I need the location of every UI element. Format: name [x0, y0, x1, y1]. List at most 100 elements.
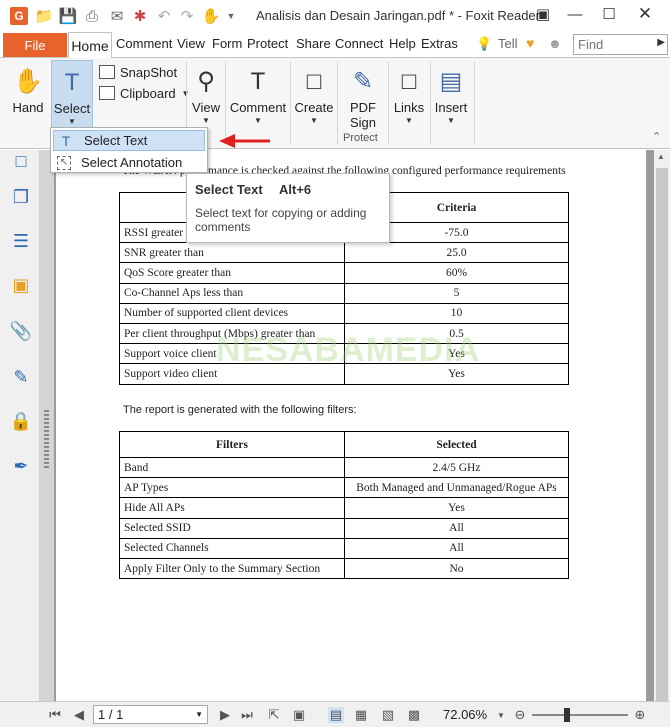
chevron-down-icon[interactable]: ▼	[195, 710, 203, 719]
tab-extras[interactable]: Extras	[421, 36, 458, 51]
watermark: NESABAMEDIA	[216, 331, 481, 369]
collapse-ribbon-icon[interactable]: ⌃	[652, 130, 661, 143]
tab-form[interactable]: Form	[212, 36, 242, 51]
chevron-down-icon: ▼	[310, 116, 318, 125]
links-button[interactable]: □ Links ▼	[392, 60, 426, 148]
customize-chevron-icon[interactable]: ▼	[222, 7, 240, 25]
tab-comment[interactable]: Comment	[116, 36, 172, 51]
tab-connect[interactable]: Connect	[335, 36, 383, 51]
tab-view[interactable]: View	[177, 36, 205, 51]
snapshot-button[interactable]: SnapShot	[99, 62, 177, 82]
zoom-slider[interactable]	[532, 714, 628, 716]
select-annotation-icon: ↖	[57, 155, 71, 170]
tab-protect[interactable]: Protect	[247, 36, 288, 51]
attachment-icon[interactable]: 📎	[10, 320, 32, 342]
chevron-down-icon: ▼	[202, 116, 210, 125]
certify-icon[interactable]: ✒	[10, 455, 32, 477]
ribbon-separator	[430, 62, 431, 144]
chevron-down-icon: ▼	[405, 116, 413, 125]
export-icon[interactable]: ⇱	[266, 707, 282, 723]
table-row: Number of supported client devices 10	[119, 302, 569, 324]
open-folder-icon[interactable]: 📁	[35, 7, 54, 25]
table-row: Filters Selected	[119, 431, 569, 458]
menu-item-select-annotation[interactable]: ↖ Select Annotation	[53, 152, 205, 173]
user-icon[interactable]: ☻	[548, 36, 562, 51]
find-input[interactable]	[574, 35, 654, 54]
table-row: Hide All APs Yes	[119, 497, 569, 519]
last-page-icon[interactable]: ⏭	[240, 707, 254, 723]
undo-icon[interactable]: ↶	[155, 7, 173, 25]
tell-me[interactable]: Tell	[498, 36, 518, 51]
hand-label: Hand	[12, 100, 44, 115]
redo-icon[interactable]: ↷	[178, 7, 196, 25]
file-tab[interactable]: File	[3, 33, 67, 57]
comments-icon[interactable]: ▣	[10, 274, 32, 296]
table-cell: 2.4/5 GHz	[344, 456, 569, 479]
table-header: Selected	[344, 431, 569, 458]
table-row: Selected SSID All	[119, 517, 569, 539]
create-doc-icon: □	[306, 68, 322, 95]
layers-icon[interactable]: ☰	[10, 230, 32, 252]
maximize-button[interactable]: ☐	[596, 2, 622, 26]
table-cell: Yes	[344, 497, 569, 519]
find-arrow-icon[interactable]: ▶	[657, 37, 665, 48]
vertical-scrollbar[interactable]: ▲	[654, 150, 670, 713]
menu-item-label: Select Text	[84, 133, 148, 148]
tab-help[interactable]: Help	[389, 36, 416, 51]
first-page-icon[interactable]: ⏮	[48, 707, 62, 723]
new-doc-icon[interactable]: ✱	[131, 7, 149, 25]
close-button[interactable]: ✕	[632, 2, 658, 26]
page-thumbnails-icon[interactable]: □	[10, 150, 32, 172]
fit-page-icon[interactable]: ▣	[291, 707, 307, 723]
create-button[interactable]: □ Create ▼	[294, 60, 334, 148]
table-cell: 5	[344, 282, 569, 304]
prev-page-icon[interactable]: ◀	[72, 707, 86, 723]
sidebar-splitter[interactable]	[40, 150, 54, 701]
email-icon[interactable]: ✉	[108, 7, 126, 25]
scroll-up-icon[interactable]: ▲	[657, 152, 665, 161]
ribbon-separator	[290, 62, 291, 144]
table-cell: 10	[344, 302, 569, 324]
scroll-thumb[interactable]	[656, 168, 668, 713]
hand-quick-icon[interactable]: ✋	[202, 7, 221, 25]
zoom-in-icon[interactable]: ⊕	[633, 707, 647, 723]
hand-button[interactable]: ✋ Hand	[8, 60, 48, 148]
zoom-level[interactable]: 72.06%	[443, 707, 487, 722]
insert-button[interactable]: ▤ Insert ▼	[433, 60, 469, 148]
continuous-facing-view-icon[interactable]: ▩	[406, 707, 422, 723]
facing-view-icon[interactable]: ▧	[380, 707, 396, 723]
print-icon[interactable]: ⎙	[83, 7, 101, 25]
comment-text-icon: T	[250, 68, 266, 95]
select-dropdown-menu: T Select Text ↖ Select Annotation	[50, 127, 208, 173]
lock-icon[interactable]: 🔒	[10, 410, 32, 432]
table-cell: Apply Filter Only to the Summary Section	[119, 557, 345, 580]
tab-home[interactable]: Home	[68, 32, 112, 58]
minimize-button[interactable]: —	[562, 2, 588, 26]
zoom-slider-thumb[interactable]	[564, 708, 570, 722]
clipboard-icon	[99, 86, 115, 100]
clipboard-button[interactable]: Clipboard ▼	[99, 83, 190, 103]
next-page-icon[interactable]: ▶	[218, 707, 232, 723]
tab-share[interactable]: Share	[296, 36, 331, 51]
page-number-box[interactable]: 1 / 1 ▼	[93, 705, 208, 724]
filters-table: Filters Selected Band 2.4/5 GHz AP Types B…	[119, 431, 569, 580]
signature-icon[interactable]: ✎	[10, 366, 32, 388]
table-cell: No	[344, 557, 569, 580]
links-label: Links	[393, 100, 425, 115]
table-cell: Selected Channels	[119, 537, 345, 559]
create-label: Create	[294, 100, 334, 115]
pages-icon[interactable]: ❐	[10, 186, 32, 208]
table-row: Selected Channels All	[119, 537, 569, 559]
zoom-dropdown-icon[interactable]: ▼	[496, 707, 506, 723]
red-arrow-annotation	[219, 134, 270, 148]
single-page-view-icon[interactable]: ▤	[328, 707, 344, 723]
table-cell: Hide All APs	[119, 497, 345, 519]
title-bar: G 📁 💾 ⎙ ✉ ✱ ↶ ↷ ✋ ▼ Analisis dan Desain …	[0, 0, 670, 32]
table-row: Co-Channel Aps less than 5	[119, 282, 569, 304]
heart-icon[interactable]: ♥	[526, 35, 534, 51]
ribbon-toggle-icon[interactable]: ▣	[530, 2, 556, 26]
zoom-out-icon[interactable]: ⊖	[513, 707, 527, 723]
save-icon[interactable]: 💾	[59, 7, 78, 25]
continuous-view-icon[interactable]: ▦	[353, 707, 369, 723]
menu-item-select-text[interactable]: T Select Text	[53, 130, 205, 151]
